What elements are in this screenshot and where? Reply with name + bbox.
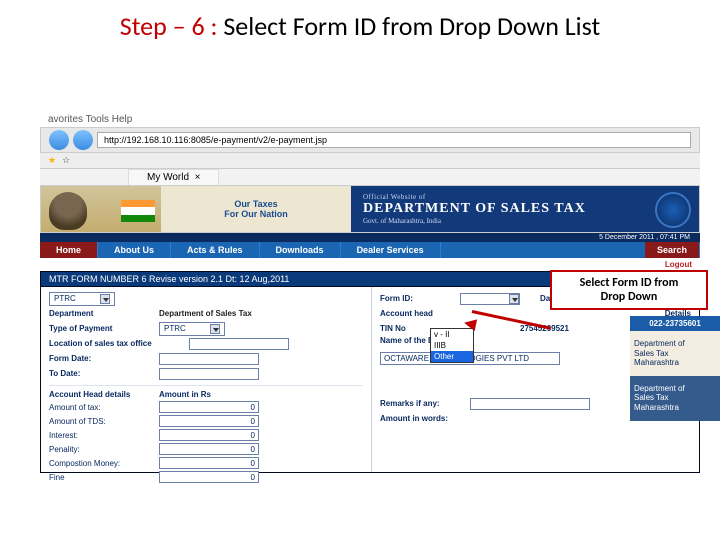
nav-dealer[interactable]: Dealer Services: [341, 242, 441, 258]
chevron-down-icon: [210, 324, 220, 334]
banner-tagline: Our Taxes For Our Nation: [161, 186, 351, 232]
browser-tab[interactable]: My World ×: [128, 169, 219, 185]
logout-link[interactable]: Logout: [665, 260, 692, 269]
form-area: PTRC DepartmentDepartment of Sales Tax T…: [40, 287, 700, 473]
nav-about[interactable]: About Us: [98, 242, 171, 258]
side-info-column: 022-23735601 Department of Sales Tax Mah…: [630, 316, 720, 421]
datetime-bar: 5 December 2011 , 07:41 PM: [40, 233, 700, 242]
favorites-bar: ★ ☆: [40, 153, 700, 169]
url-input[interactable]: [97, 132, 691, 148]
form-left-column: PTRC DepartmentDepartment of Sales Tax T…: [41, 287, 371, 472]
interest-input[interactable]: 0: [159, 429, 259, 441]
back-button[interactable]: [49, 130, 69, 150]
to-date-input[interactable]: [159, 368, 259, 380]
callout-arrow-icon: [462, 302, 552, 322]
dept-box-dark: Department of Sales Tax Maharashtra: [630, 376, 720, 421]
india-flag-icon: [121, 200, 155, 222]
main-nav: Home About Us Acts & Rules Downloads Dea…: [40, 242, 700, 258]
composition-input[interactable]: 0: [159, 457, 259, 469]
step-prefix: Step – 6 :: [120, 10, 218, 42]
dept-box-light: Department of Sales Tax Maharashtra: [630, 331, 720, 376]
scheme-select[interactable]: PTRC: [49, 292, 115, 306]
favorites-star-icon[interactable]: ★: [48, 155, 56, 166]
slide-title: Step – 6 : Select Form ID from Drop Down…: [0, 0, 720, 48]
form-id-option[interactable]: Other: [431, 351, 473, 362]
form-date-input[interactable]: [159, 353, 259, 365]
remarks-input[interactable]: [470, 398, 590, 410]
department-value: Department of Sales Tax: [159, 309, 363, 318]
fine-input[interactable]: 0: [159, 471, 259, 483]
amount-tds-input[interactable]: 0: [159, 415, 259, 427]
form-id-option[interactable]: IIIB: [431, 340, 473, 351]
nav-acts[interactable]: Acts & Rules: [171, 242, 260, 258]
helpline-phone: 022-23735601: [630, 316, 720, 331]
form-id-option[interactable]: v - II: [431, 329, 473, 340]
banner-graphic: [41, 186, 161, 232]
amount-tax-input[interactable]: 0: [159, 401, 259, 413]
nav-home[interactable]: Home: [40, 242, 98, 258]
browser-tabs: My World ×: [40, 169, 700, 185]
penalty-input[interactable]: 0: [159, 443, 259, 455]
seal-icon: [655, 192, 691, 228]
forward-button[interactable]: [73, 130, 93, 150]
chevron-down-icon: [100, 294, 110, 304]
step-rest: Select Form ID from Drop Down List: [217, 10, 600, 42]
location-input[interactable]: [189, 338, 289, 350]
browser-menubar[interactable]: avorites Tools Help: [40, 112, 700, 127]
banner-dept-title: Official Website of DEPARTMENT OF SALES …: [351, 186, 699, 232]
bookmark-item[interactable]: ☆: [62, 155, 70, 166]
form-id-dropdown-list[interactable]: v - II IIIB Other: [430, 328, 474, 363]
address-bar-row: [40, 127, 700, 153]
portrait-icon: [49, 192, 87, 230]
type-select[interactable]: PTRC: [159, 322, 225, 336]
site-banner: Our Taxes For Our Nation Official Websit…: [40, 185, 700, 233]
nav-downloads[interactable]: Downloads: [260, 242, 341, 258]
instruction-callout: Select Form ID from Drop Down: [550, 270, 708, 310]
nav-search[interactable]: Search: [645, 242, 700, 258]
